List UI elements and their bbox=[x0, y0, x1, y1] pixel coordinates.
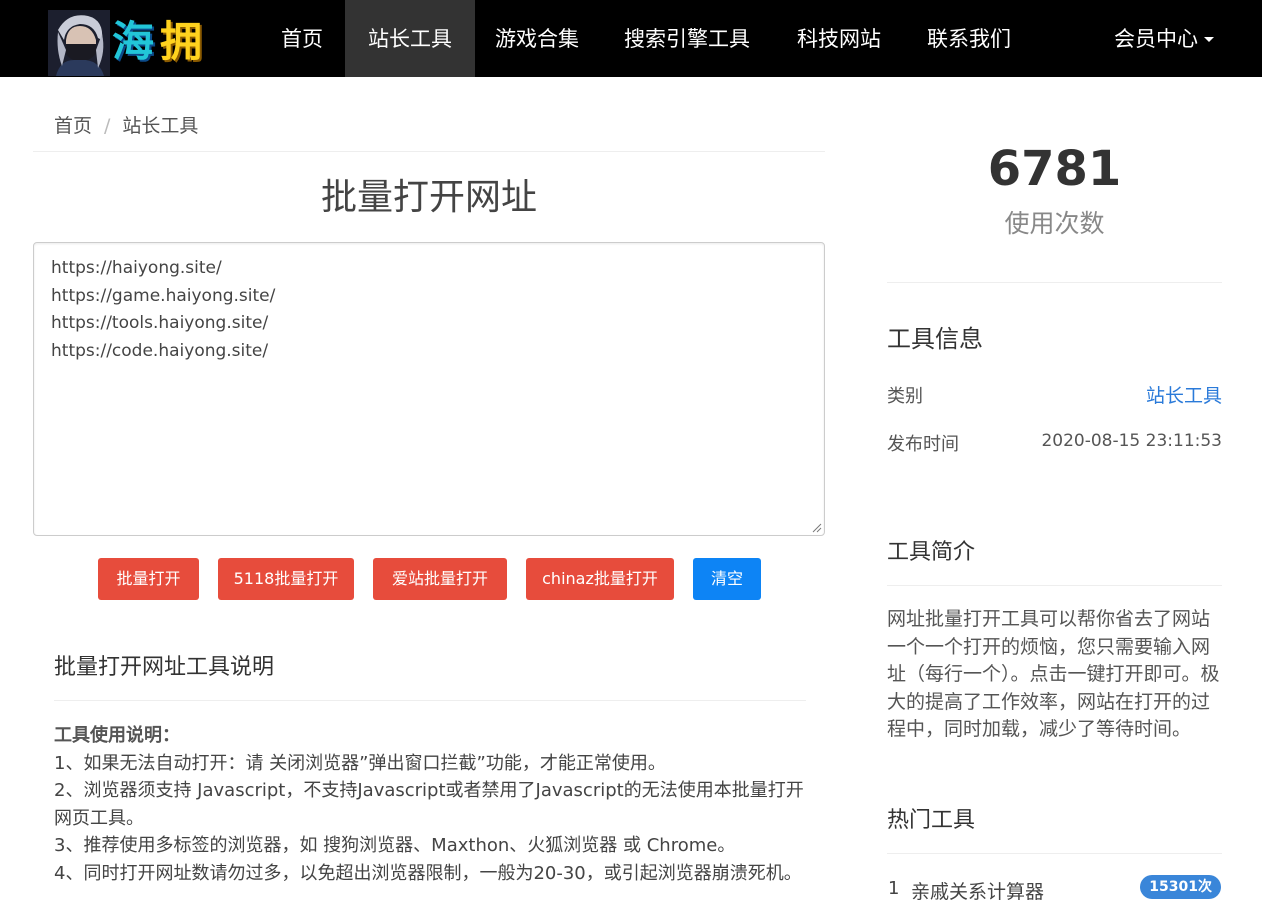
nav-tech-sites[interactable]: 科技网站 bbox=[777, 0, 901, 77]
divider bbox=[33, 151, 825, 152]
guide-heading: 工具使用说明： bbox=[54, 725, 180, 746]
hot-tools-title: 热门工具 bbox=[887, 808, 976, 833]
top-navbar: 海拥 首页 站长工具 游戏合集 搜索引擎工具 科技网站 联系我们 会员中心 bbox=[0, 0, 1262, 77]
page-title: 批量打开网址 bbox=[320, 177, 537, 218]
nav-contact[interactable]: 联系我们 bbox=[907, 0, 1031, 77]
caret-down-icon bbox=[1204, 36, 1214, 42]
category-link[interactable]: 站长工具 bbox=[1146, 381, 1222, 408]
nav-games[interactable]: 游戏合集 bbox=[475, 0, 599, 77]
category-label: 类别 bbox=[887, 386, 923, 407]
batch-open-button[interactable]: 批量打开 bbox=[98, 558, 199, 600]
breadcrumb: 首页 / 站长工具 bbox=[54, 111, 198, 138]
hot-tool-rank: 1 bbox=[888, 878, 900, 899]
guide-text: 工具使用说明： 1、如果无法自动打开：请 关闭浏览器”弹出窗口拦截”功能，才能正… bbox=[54, 722, 804, 887]
logo-text: 海拥 bbox=[112, 17, 209, 66]
site-logo[interactable]: 海拥 bbox=[48, 10, 218, 76]
nav-member-center[interactable]: 会员中心 bbox=[1094, 0, 1234, 77]
nav-home[interactable]: 首页 bbox=[261, 0, 343, 77]
guide-line: 1、如果无法自动打开：请 关闭浏览器”弹出窗口拦截”功能，才能正常使用。 bbox=[54, 752, 666, 774]
breadcrumb-separator: / bbox=[104, 115, 111, 137]
avatar bbox=[48, 10, 110, 76]
tool-intro-title: 工具简介 bbox=[887, 540, 976, 565]
divider bbox=[887, 585, 1222, 586]
guide-line: 4、同时打开网址数请勿过多，以免超出浏览器限制，一般为20-30，或引起浏览器崩… bbox=[54, 862, 802, 884]
guide-line: 2、浏览器须支持 Javascript，不支持Javascript或者禁用了Ja… bbox=[54, 780, 804, 829]
usage-count-label: 使用次数 bbox=[1004, 209, 1105, 238]
breadcrumb-current[interactable]: 站长工具 bbox=[122, 115, 198, 137]
guide-line: 3、推荐使用多标签的浏览器，如 搜狗浏览器、Maxthon、火狐浏览器 或 Ch… bbox=[54, 835, 736, 856]
nav-webmaster-tools[interactable]: 站长工具 bbox=[345, 0, 475, 77]
batch-open-chinaz-button[interactable]: chinaz批量打开 bbox=[526, 558, 674, 600]
batch-open-5118-button[interactable]: 5118批量打开 bbox=[218, 558, 354, 600]
url-textarea[interactable]: https://haiyong.site/ https://game.haiyo… bbox=[33, 242, 825, 536]
member-center-label: 会员中心 bbox=[1114, 27, 1198, 51]
tool-intro-text: 网址批量打开工具可以帮你省去了网站一个一个打开的烦恼，您只需要输入网址（每行一个… bbox=[887, 608, 1220, 740]
hot-tool-count-badge: 15301次 bbox=[1140, 875, 1221, 899]
nav-search-engine-tools[interactable]: 搜索引擎工具 bbox=[604, 0, 770, 77]
publish-date-label: 发布时间 bbox=[887, 434, 959, 455]
divider bbox=[54, 700, 806, 701]
batch-open-aizhan-button[interactable]: 爱站批量打开 bbox=[373, 558, 507, 600]
divider bbox=[887, 853, 1222, 854]
guide-title: 批量打开网址工具说明 bbox=[54, 655, 275, 680]
hot-tool-link[interactable]: 亲戚关系计算器 bbox=[911, 877, 1044, 904]
usage-count: 6781 bbox=[987, 141, 1122, 197]
tool-info-title: 工具信息 bbox=[887, 325, 983, 353]
resize-grip-icon[interactable] bbox=[812, 523, 822, 533]
breadcrumb-home[interactable]: 首页 bbox=[54, 115, 92, 137]
publish-date-value: 2020-08-15 23:11:53 bbox=[1041, 431, 1222, 451]
clear-button[interactable]: 清空 bbox=[693, 558, 761, 600]
divider bbox=[887, 282, 1222, 283]
